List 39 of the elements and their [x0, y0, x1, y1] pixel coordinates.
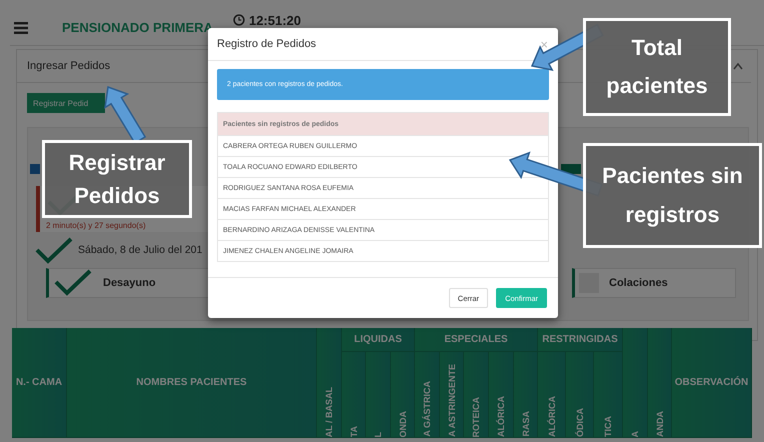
column-header: A GÁSTRICA [415, 352, 440, 438]
register-orders-button[interactable]: Registrar Pedid [27, 93, 105, 113]
column-header: NOMBRES PACIENTES [67, 328, 317, 438]
meal-check-icon [53, 268, 93, 296]
column-header: L [366, 352, 391, 438]
date-label: Sábado, 8 de Julio del 201 [78, 244, 202, 256]
clock-time: 12:51:20 [248, 14, 302, 27]
callout-label: Pacientes sin registros [583, 143, 762, 248]
column-header: TICA [594, 352, 623, 438]
dialog-title: Registro de Pedidos [217, 38, 316, 50]
column-header: A ASTRINGENTE [440, 352, 464, 438]
column-header: ONDA [391, 352, 415, 438]
column-header: ALÓRICA [489, 352, 514, 438]
column-group-header: ESPECIALES [415, 328, 538, 352]
column-header: AL / BASAL [317, 328, 342, 438]
column-header: N.- CAMA [12, 328, 67, 438]
column-header: RASA [514, 352, 538, 438]
column-header: ALÓRICA [538, 352, 566, 438]
panel-title: Ingresar Pedidos [27, 60, 110, 72]
column-header: ANDA [648, 328, 672, 438]
meal-option[interactable]: Colaciones [572, 268, 736, 298]
column-group-header: LIQUIDAS [342, 328, 415, 352]
column-header: OBSERVACIÓN [672, 328, 752, 438]
menu-icon[interactable] [14, 22, 28, 34]
column-header: ROTEICA [464, 352, 489, 438]
meal-label: Desayuno [103, 277, 156, 289]
meal-label: Colaciones [609, 277, 668, 289]
column-header: TA [342, 352, 366, 438]
callout-label: Registrar Pedidos [42, 140, 192, 218]
legend-swatch [30, 164, 40, 174]
app-title: PENSIONADO PRIMERA [62, 20, 213, 35]
column-header: A [623, 328, 648, 438]
column-group-header: RESTRINGIDAS [538, 328, 623, 352]
countdown-text: 2 minuto(s) y 27 segundo(s) [46, 221, 147, 230]
check-icon [34, 236, 74, 264]
callout-label: Total pacientes [583, 18, 731, 116]
clock-icon [232, 14, 245, 26]
column-header: ÓDICA [566, 352, 594, 438]
chevron-up-icon[interactable] [733, 62, 743, 70]
